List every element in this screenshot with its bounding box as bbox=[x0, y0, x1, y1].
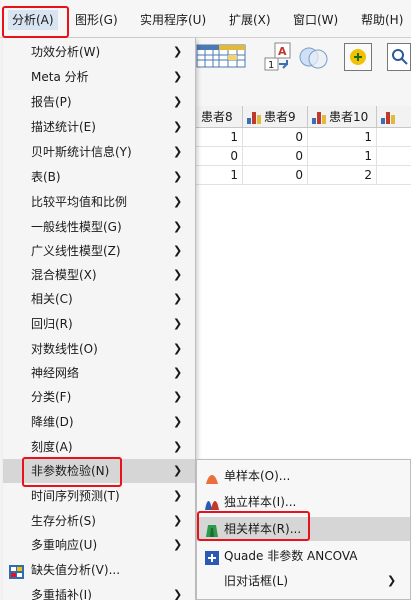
menu-item-reports[interactable]: 报告(P) ❯ bbox=[3, 90, 195, 114]
chevron-right-icon: ❯ bbox=[173, 45, 183, 58]
chevron-right-icon: ❯ bbox=[173, 220, 183, 233]
grid-cell[interactable] bbox=[377, 147, 411, 166]
missing-value-icon bbox=[9, 563, 24, 579]
chevron-right-icon: ❯ bbox=[173, 390, 183, 403]
chevron-right-icon: ❯ bbox=[173, 440, 183, 453]
menu-extensions[interactable]: 扩展(X) bbox=[229, 10, 271, 30]
chevron-right-icon: ❯ bbox=[173, 514, 183, 527]
chevron-right-icon: ❯ bbox=[173, 489, 183, 502]
numeric-variable-icon bbox=[381, 111, 395, 124]
related-samples-icon bbox=[205, 522, 219, 537]
svg-text:A: A bbox=[278, 45, 287, 58]
menu-item-legacy-dialogs[interactable]: 旧对话框(L) ❯ bbox=[197, 569, 410, 593]
menu-item-multiple-response[interactable]: 多重响应(U) ❯ bbox=[3, 533, 195, 557]
chevron-right-icon: ❯ bbox=[173, 538, 183, 551]
menu-item-loglinear[interactable]: 对数线性(O) ❯ bbox=[3, 337, 195, 361]
chevron-right-icon: ❯ bbox=[173, 95, 183, 108]
menu-item-independent-samples[interactable]: 独立样本(I)... bbox=[197, 490, 410, 514]
chevron-right-icon: ❯ bbox=[173, 366, 183, 379]
variable-table-icon[interactable] bbox=[218, 44, 246, 68]
menu-item-general-linear-model[interactable]: 一般线性模型(G) ❯ bbox=[3, 215, 195, 239]
menu-item-descriptive-statistics[interactable]: 描述统计(E) ❯ bbox=[3, 115, 195, 139]
grid-cell[interactable] bbox=[377, 128, 411, 147]
column-header[interactable] bbox=[377, 106, 411, 128]
menu-utilities[interactable]: 实用程序(U) bbox=[140, 10, 206, 30]
menu-item-neural-networks[interactable]: 神经网络 ❯ bbox=[3, 361, 195, 385]
menu-help[interactable]: 帮助(H) bbox=[361, 10, 403, 30]
grid-cell[interactable]: 0 bbox=[243, 128, 308, 147]
grid-cell[interactable]: 0 bbox=[195, 147, 243, 166]
value-labels-icon[interactable]: A1 bbox=[263, 42, 293, 72]
chevron-right-icon: ❯ bbox=[173, 244, 183, 257]
grid-cell[interactable]: 0 bbox=[243, 147, 308, 166]
chevron-right-icon: ❯ bbox=[173, 464, 183, 477]
grid-cell[interactable]: 1 bbox=[195, 166, 243, 185]
menu-graphs[interactable]: 图形(G) bbox=[75, 10, 118, 30]
chevron-right-icon: ❯ bbox=[173, 120, 183, 133]
analyze-menu: 功效分析(W) ❯ Meta 分析 ❯ 报告(P) ❯ 描述统计(E) ❯ 贝叶斯统计信… bbox=[3, 38, 196, 600]
menu-item-generalized-linear-models[interactable]: 广义线性模型(Z) ❯ bbox=[3, 239, 195, 263]
chevron-right-icon: ❯ bbox=[173, 170, 183, 183]
toolbar: A1 bbox=[180, 38, 411, 106]
menu-item-meta-analysis[interactable]: Meta 分析 ❯ bbox=[3, 65, 195, 89]
chevron-right-icon: ❯ bbox=[173, 268, 183, 281]
menu-analyze[interactable]: 分析(A) bbox=[8, 10, 58, 30]
chevron-right-icon: ❯ bbox=[173, 415, 183, 428]
chevron-right-icon: ❯ bbox=[387, 574, 397, 587]
grid-cell[interactable]: 0 bbox=[243, 166, 308, 185]
grid-cell[interactable]: 1 bbox=[308, 147, 377, 166]
menu-bar: 分析(A) 图形(G) 实用程序(U) 扩展(X) 窗口(W) 帮助(H) bbox=[0, 0, 411, 38]
menu-item-time-series-forecasting[interactable]: 时间序列预测(T) ❯ bbox=[3, 484, 195, 508]
spss-window: 分析(A) 图形(G) 实用程序(U) 扩展(X) 窗口(W) 帮助(H) A1 bbox=[0, 0, 411, 600]
menu-item-dimension-reduction[interactable]: 降维(D) ❯ bbox=[3, 410, 195, 434]
menu-item-tables[interactable]: 表(B) ❯ bbox=[3, 165, 195, 189]
chevron-right-icon: ❯ bbox=[173, 195, 183, 208]
menu-item-survival[interactable]: 生存分析(S) ❯ bbox=[3, 509, 195, 533]
menu-item-correlate[interactable]: 相关(C) ❯ bbox=[3, 287, 195, 311]
independent-samples-icon bbox=[205, 495, 219, 510]
chevron-right-icon: ❯ bbox=[173, 292, 183, 305]
menu-item-multiple-imputation[interactable]: 多重插补(I) ❯ bbox=[3, 583, 195, 600]
menu-item-power-analysis[interactable]: 功效分析(W) ❯ bbox=[3, 40, 195, 64]
menu-item-quade-ancova[interactable]: Quade 非参数 ANCOVA bbox=[197, 544, 410, 568]
one-sample-icon bbox=[205, 469, 219, 484]
chevron-right-icon: ❯ bbox=[173, 317, 183, 330]
column-header[interactable]: 患者10 bbox=[308, 106, 377, 128]
menu-item-one-sample[interactable]: 单样本(O)... bbox=[197, 464, 410, 488]
menu-item-compare-means[interactable]: 比较平均值和比例 ❯ bbox=[3, 190, 195, 214]
menu-window[interactable]: 窗口(W) bbox=[293, 10, 338, 30]
grid-cell[interactable]: 1 bbox=[308, 128, 377, 147]
chevron-right-icon: ❯ bbox=[173, 588, 183, 600]
svg-text:1: 1 bbox=[268, 60, 274, 71]
search-icon[interactable] bbox=[387, 43, 411, 71]
menu-item-related-samples[interactable]: 相关样本(R)... bbox=[197, 517, 410, 541]
numeric-variable-icon bbox=[312, 111, 326, 124]
grid-cell[interactable]: 2 bbox=[308, 166, 377, 185]
menu-item-scale[interactable]: 刻度(A) ❯ bbox=[3, 435, 195, 459]
grid-cell[interactable] bbox=[377, 166, 411, 185]
menu-item-nonparametric-tests[interactable]: 非参数检验(N) ❯ bbox=[3, 459, 195, 483]
menu-item-classify[interactable]: 分类(F) ❯ bbox=[3, 385, 195, 409]
chevron-right-icon: ❯ bbox=[173, 70, 183, 83]
extension-add-icon[interactable] bbox=[344, 43, 372, 71]
grid-cell[interactable]: 1 bbox=[195, 128, 243, 147]
quade-ancova-icon bbox=[205, 549, 219, 565]
menu-item-missing-value-analysis[interactable]: 缺失值分析(V)... bbox=[3, 558, 195, 582]
chevron-right-icon: ❯ bbox=[173, 145, 183, 158]
column-header[interactable]: 患者9 bbox=[243, 106, 308, 128]
menu-item-regression[interactable]: 回归(R) ❯ bbox=[3, 312, 195, 336]
menu-item-bayesian-statistics[interactable]: 贝叶斯统计信息(Y) ❯ bbox=[3, 140, 195, 164]
column-header[interactable]: 患者8 bbox=[195, 106, 243, 128]
menu-item-mixed-models[interactable]: 混合模型(X) ❯ bbox=[3, 263, 195, 287]
chevron-right-icon: ❯ bbox=[173, 342, 183, 355]
numeric-variable-icon bbox=[247, 111, 261, 124]
nonparametric-submenu: 单样本(O)... 独立样本(I)... 相关样本(R)... Quade 非参… bbox=[196, 459, 411, 600]
use-sets-icon[interactable] bbox=[298, 44, 330, 70]
